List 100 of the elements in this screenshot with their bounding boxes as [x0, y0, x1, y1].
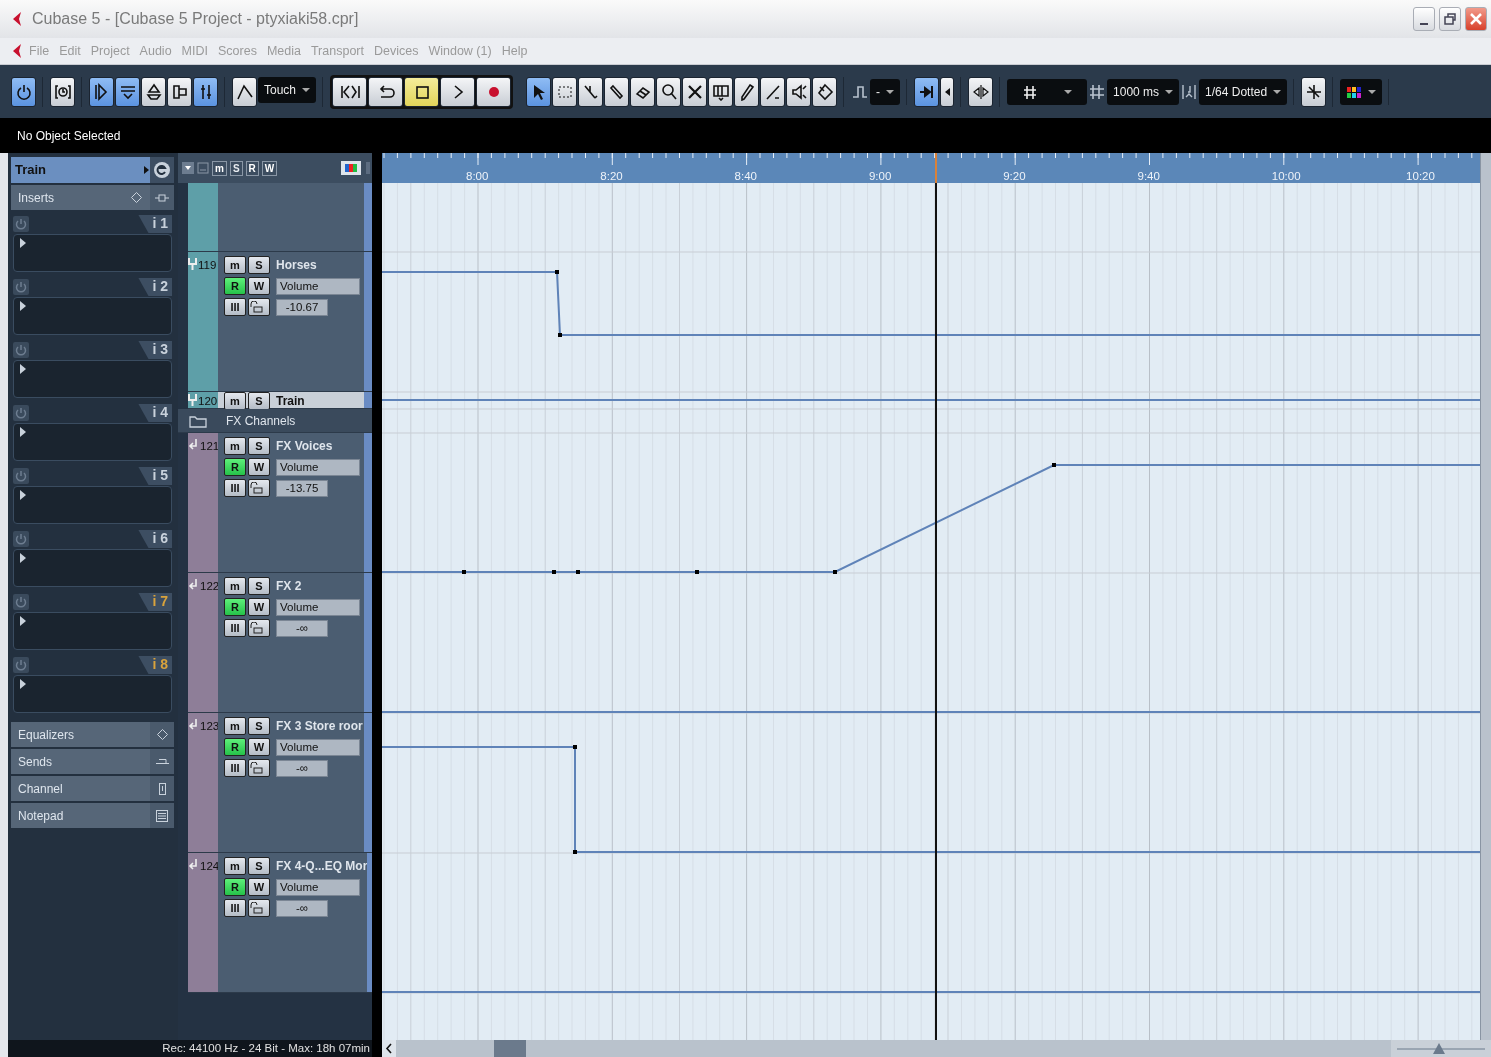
value-field[interactable]: -∞: [276, 899, 328, 917]
track-toggle-button[interactable]: III: [224, 479, 246, 497]
zoom-button[interactable]: [656, 76, 682, 107]
track-toggle-button[interactable]: S: [248, 392, 270, 410]
position-marker[interactable]: [935, 153, 937, 183]
vertical-scrollbar[interactable]: [1480, 153, 1491, 1040]
restore-button[interactable]: [1439, 7, 1461, 31]
track-filter-toggle[interactable]: R: [245, 160, 259, 176]
track-toggle-button[interactable]: m: [224, 717, 246, 735]
track-toggle-button[interactable]: m: [224, 437, 246, 455]
inspector-section[interactable]: Equalizers: [11, 722, 174, 747]
parameter-field[interactable]: Volume: [276, 738, 360, 756]
cross-button[interactable]: [682, 76, 708, 107]
track-name[interactable]: FX 2: [272, 577, 302, 595]
track-toggle-button[interactable]: m: [224, 577, 246, 595]
crosshair-button[interactable]: [1301, 76, 1327, 107]
speaker-button[interactable]: [786, 76, 812, 107]
track-toggle-button[interactable]: S: [248, 717, 270, 735]
track-toggle-button[interactable]: III: [224, 899, 246, 917]
value-field[interactable]: -∞: [276, 619, 328, 637]
track-toggle-button[interactable]: R: [224, 878, 246, 896]
dropdown[interactable]: 1/64 Dotted: [1199, 78, 1288, 105]
value-field[interactable]: -∞: [276, 759, 328, 777]
eraser-button[interactable]: [630, 76, 656, 107]
pool-button[interactable]: [167, 76, 192, 107]
lock-button[interactable]: [248, 619, 270, 637]
record-button[interactable]: [476, 76, 512, 107]
cycle-button[interactable]: [368, 76, 404, 107]
track-name[interactable]: Horses: [272, 256, 317, 274]
value-field[interactable]: -10.67: [276, 298, 328, 316]
track-toggle-button[interactable]: S: [248, 437, 270, 455]
track-filter-toggle[interactable]: m: [212, 160, 227, 176]
lock-button[interactable]: [248, 759, 270, 777]
track-toggle-button[interactable]: m: [224, 256, 246, 274]
track-name[interactable]: FX 4-Q...EQ Mor: [272, 857, 368, 875]
automation-curve[interactable]: [382, 745, 1480, 854]
dropdown[interactable]: 1000 ms: [1107, 78, 1180, 105]
pointer-button[interactable]: [526, 76, 552, 107]
track-toggle-button[interactable]: S: [248, 857, 270, 875]
value-field[interactable]: -13.75: [276, 479, 328, 497]
inspector-section[interactable]: Notepad: [11, 803, 174, 828]
minimize-button[interactable]: [1413, 7, 1435, 31]
time-label: 8:00: [466, 170, 489, 182]
track-toggle-button[interactable]: W: [248, 458, 270, 476]
center-button[interactable]: [968, 76, 994, 107]
track-filter-toggle[interactable]: S: [229, 160, 243, 176]
info-line-button[interactable]: [115, 76, 140, 107]
dropdown[interactable]: Touch: [258, 76, 317, 103]
snap-button[interactable]: [914, 76, 940, 107]
inspector-section[interactable]: Channel: [11, 776, 174, 801]
track-name[interactable]: FX 3 Store roor: [272, 717, 363, 735]
track-toggle-button[interactable]: W: [248, 277, 270, 295]
panel-button[interactable]: [89, 76, 114, 107]
track-toggle-button[interactable]: S: [248, 577, 270, 595]
columns-button[interactable]: [708, 76, 734, 107]
track-toggle-button[interactable]: W: [248, 878, 270, 896]
line-button[interactable]: [760, 76, 786, 107]
parameter-field[interactable]: Volume: [276, 878, 360, 896]
track-filter-toggle[interactable]: W: [261, 160, 278, 176]
inspector-section[interactable]: Sends: [11, 749, 174, 774]
parameter-field[interactable]: Volume: [276, 598, 360, 616]
track-toggle-button[interactable]: S: [248, 256, 270, 274]
stop-button[interactable]: [404, 76, 440, 107]
close-button[interactable]: [1465, 7, 1487, 31]
dropdown[interactable]: -: [870, 78, 901, 105]
pencil-button[interactable]: [734, 76, 760, 107]
automation-button[interactable]: [232, 76, 257, 107]
grid-dropdown[interactable]: [1007, 78, 1088, 105]
track-toggle-button[interactable]: R: [224, 458, 246, 476]
track-name[interactable]: Train: [272, 392, 305, 410]
parameter-field[interactable]: Volume: [276, 277, 360, 295]
track-toggle-button[interactable]: III: [224, 759, 246, 777]
overview-button[interactable]: [141, 76, 166, 107]
clock-button[interactable]: [50, 76, 75, 107]
lock-button[interactable]: [248, 899, 270, 917]
track-toggle-button[interactable]: III: [224, 619, 246, 637]
track-toggle-button[interactable]: R: [224, 277, 246, 295]
track-toggle-button[interactable]: m: [224, 857, 246, 875]
caret-button[interactable]: [940, 76, 955, 107]
track-number: 120: [198, 394, 218, 409]
track-toggle-button[interactable]: R: [224, 598, 246, 616]
power-button[interactable]: [11, 76, 36, 107]
automation-curve[interactable]: [382, 270, 1480, 337]
inserts-section[interactable]: Inserts: [11, 185, 174, 210]
range-button[interactable]: [552, 76, 578, 107]
track-number: 119: [198, 258, 217, 273]
parameter-field[interactable]: Volume: [276, 458, 360, 476]
track-toggle-button[interactable]: W: [248, 738, 270, 756]
track-toggle-button[interactable]: m: [224, 392, 246, 410]
skip-button[interactable]: [332, 76, 368, 107]
track-name[interactable]: FX Voices: [272, 437, 333, 455]
track-toggle-button[interactable]: R: [224, 738, 246, 756]
lock-button[interactable]: [248, 479, 270, 497]
mixer-button[interactable]: [193, 76, 218, 107]
track-toggle-button[interactable]: III: [224, 298, 246, 316]
lock-button[interactable]: [248, 298, 270, 316]
play-button[interactable]: [440, 76, 476, 107]
scroll-thumb[interactable]: [494, 1040, 526, 1057]
track-toggle-button[interactable]: W: [248, 598, 270, 616]
color-dropdown[interactable]: [1340, 78, 1383, 105]
